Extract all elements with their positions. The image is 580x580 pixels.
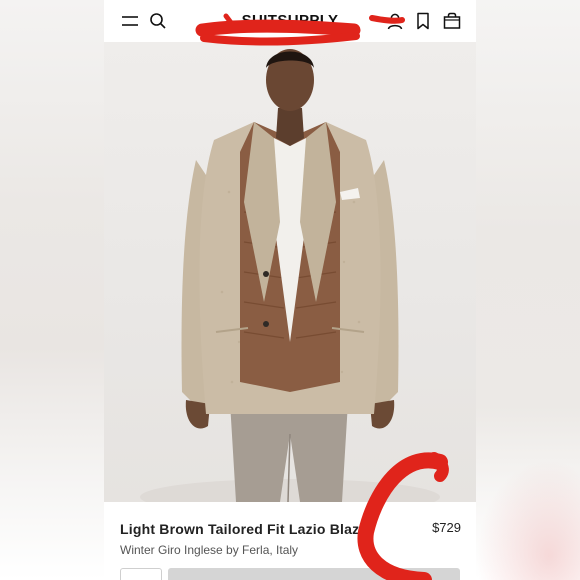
product-fabric: Winter Giro Inglese by Ferla, Italy bbox=[120, 543, 299, 557]
product-price: $729 bbox=[432, 520, 461, 535]
top-navigation-bar: SUITSUPPLY bbox=[104, 0, 476, 42]
model-illustration bbox=[140, 49, 440, 502]
add-to-bag-button[interactable] bbox=[168, 568, 460, 580]
bag-icon[interactable] bbox=[442, 11, 462, 31]
account-icon[interactable] bbox=[385, 11, 405, 31]
blurred-background-left bbox=[0, 0, 104, 580]
product-info-panel: Light Brown Tailored Fit Lazio Blazer $7… bbox=[104, 502, 476, 580]
product-page: SUITSUPPLY Light Brown Tailored Fit Lazi… bbox=[104, 0, 476, 580]
product-title: Light Brown Tailored Fit Lazio Blazer bbox=[120, 521, 373, 537]
product-image[interactable] bbox=[104, 42, 476, 502]
blurred-background-right bbox=[476, 0, 580, 580]
size-selector[interactable] bbox=[120, 568, 162, 580]
bookmark-icon[interactable] bbox=[413, 11, 433, 31]
